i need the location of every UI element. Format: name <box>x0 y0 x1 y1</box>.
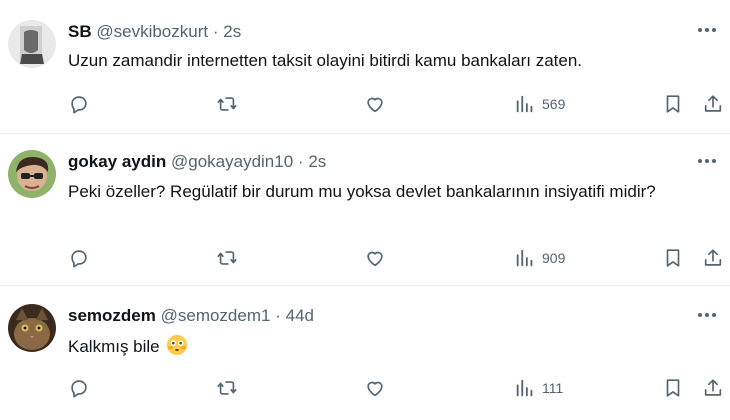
tweet-actions: 909 <box>0 246 730 270</box>
like-button[interactable] <box>364 246 386 270</box>
share-button[interactable] <box>702 92 724 116</box>
tweet-actions: 569 <box>0 92 730 116</box>
display-name[interactable]: gokay aydin <box>68 152 166 171</box>
like-icon <box>367 251 383 267</box>
reply-feed: SB @sevkibozkurt · 2s Uzun zamandir inte… <box>0 0 730 420</box>
more-icon[interactable] <box>694 151 720 171</box>
tweet-text: Kalkmış bile <box>68 334 706 359</box>
retweet-icon <box>217 381 237 395</box>
more-icon[interactable] <box>694 20 720 40</box>
reply-button[interactable] <box>68 92 90 116</box>
separator-dot: · <box>297 152 304 171</box>
avatar[interactable] <box>8 20 56 68</box>
retweet-button[interactable] <box>216 92 238 116</box>
views-icon <box>516 249 533 267</box>
tweet-actions: 111 <box>0 376 730 400</box>
share-button[interactable] <box>702 376 724 400</box>
views-count: 569 <box>542 96 566 112</box>
share-icon <box>704 95 722 112</box>
share-icon <box>704 249 722 266</box>
retweet-button[interactable] <box>216 376 238 400</box>
bookmark-button[interactable] <box>662 246 684 270</box>
views-icon <box>516 95 533 113</box>
timestamp[interactable]: 2s <box>223 22 241 41</box>
reply-icon <box>71 380 87 398</box>
user-handle[interactable]: @semozdem1 <box>161 306 271 325</box>
avatar[interactable] <box>8 150 56 198</box>
flushed-face-emoji-icon <box>167 334 188 356</box>
tweet[interactable]: SB @sevkibozkurt · 2s Uzun zamandir inte… <box>0 0 730 134</box>
reply-button[interactable] <box>68 376 90 400</box>
retweet-icon <box>217 251 237 265</box>
tweet-header: semozdem @semozdem1 · 44d <box>68 306 314 326</box>
tweet[interactable]: gokay aydin @gokayaydin10 · 2s Peki özel… <box>0 134 730 286</box>
tweet[interactable]: semozdem @semozdem1 · 44d Kalkmış bile 1… <box>0 286 730 420</box>
bookmark-button[interactable] <box>662 92 684 116</box>
retweet-icon <box>217 97 237 111</box>
avatar[interactable] <box>8 304 56 352</box>
like-button[interactable] <box>364 376 386 400</box>
display-name[interactable]: semozdem <box>68 306 156 325</box>
reply-button[interactable] <box>68 246 90 270</box>
bookmark-icon <box>666 379 680 397</box>
timestamp[interactable]: 44d <box>286 306 314 325</box>
tweet-header: SB @sevkibozkurt · 2s <box>68 22 241 42</box>
display-name[interactable]: SB <box>68 22 92 41</box>
like-icon <box>367 97 383 113</box>
user-handle[interactable]: @sevkibozkurt <box>96 22 208 41</box>
bookmark-icon <box>666 95 680 113</box>
retweet-button[interactable] <box>216 246 238 270</box>
views-count: 111 <box>542 380 564 396</box>
bookmark-icon <box>666 249 680 267</box>
views-button[interactable]: 111 <box>514 376 563 400</box>
reply-icon <box>71 250 87 268</box>
share-button[interactable] <box>702 246 724 270</box>
tweet-text: Peki özeller? Regülatif bir durum mu yok… <box>68 182 656 201</box>
tweet-header: gokay aydin @gokayaydin10 · 2s <box>68 152 326 172</box>
tweet-text-content: Kalkmış bile <box>68 337 160 356</box>
views-button[interactable]: 909 <box>514 246 565 270</box>
tweet-text: Uzun zamandir internetten taksit olayini… <box>68 51 583 70</box>
share-icon <box>704 379 722 396</box>
user-handle[interactable]: @gokayaydin10 <box>171 152 293 171</box>
like-button[interactable] <box>364 92 386 116</box>
reply-icon <box>71 96 87 114</box>
timestamp[interactable]: 2s <box>308 152 326 171</box>
like-icon <box>367 381 383 397</box>
separator-dot: · <box>212 22 219 41</box>
bookmark-button[interactable] <box>662 376 684 400</box>
more-icon[interactable] <box>694 305 720 325</box>
views-icon <box>516 379 533 397</box>
views-count: 909 <box>542 250 566 266</box>
separator-dot: · <box>275 306 281 325</box>
views-button[interactable]: 569 <box>514 92 565 116</box>
